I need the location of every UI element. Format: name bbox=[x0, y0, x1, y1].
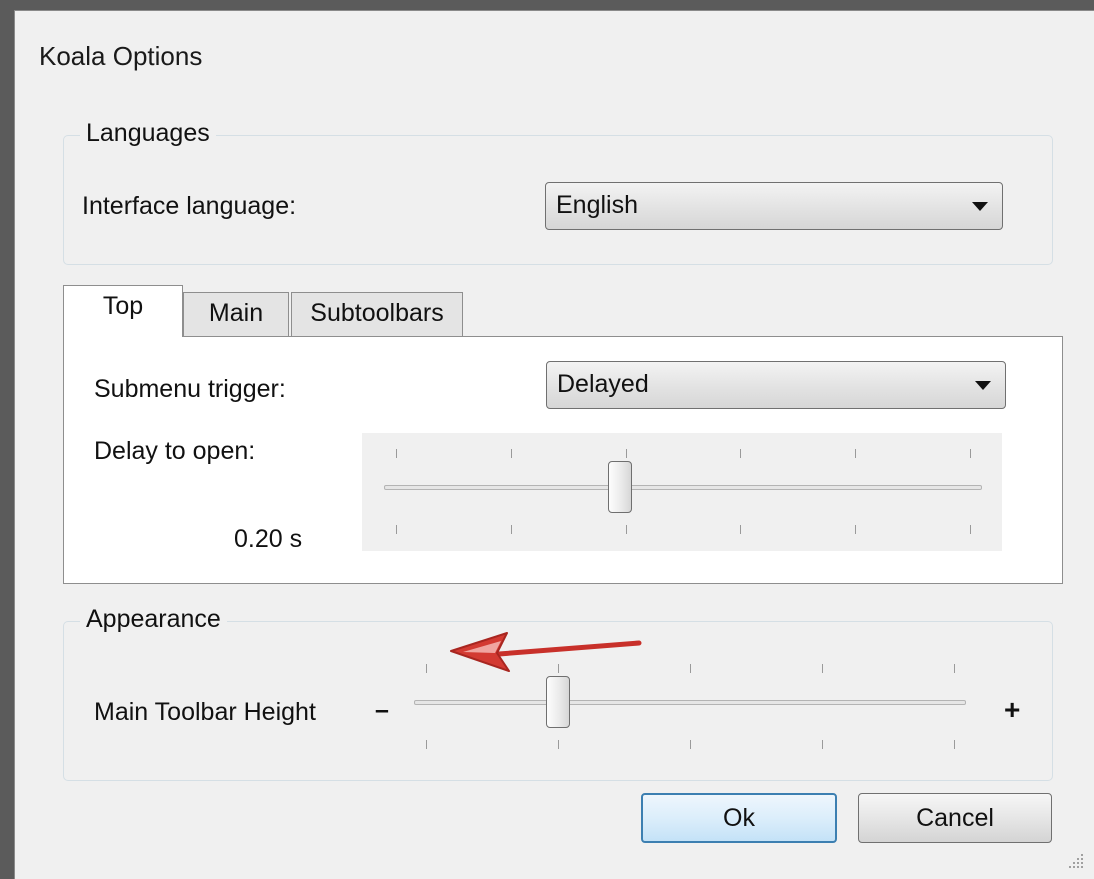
toolbar-height-slider-track bbox=[414, 700, 966, 705]
delay-slider-tick bbox=[740, 525, 742, 534]
toolbar-height-slider-tick bbox=[954, 740, 955, 749]
delay-slider-thumb[interactable] bbox=[607, 461, 632, 513]
delay-slider-tick bbox=[855, 525, 857, 534]
tab-subtoolbars-label: Subtoolbars bbox=[310, 299, 444, 327]
toolbar-height-slider-tick bbox=[822, 740, 823, 749]
interface-language-dropdown[interactable]: English bbox=[545, 182, 1003, 230]
toolbar-height-slider-tick bbox=[822, 664, 823, 673]
delay-slider-tick bbox=[625, 525, 627, 534]
languages-legend: Languages bbox=[80, 118, 216, 148]
delay-slider-tick bbox=[740, 449, 742, 458]
toolbar-height-slider-tick bbox=[426, 740, 427, 749]
annotation-arrow-icon bbox=[450, 632, 642, 672]
cancel-button[interactable]: Cancel bbox=[858, 793, 1052, 843]
tab-subtoolbars[interactable]: Subtoolbars bbox=[291, 292, 463, 336]
options-dialog: Koala Options Languages Interface langua… bbox=[14, 10, 1094, 879]
submenu-trigger-value: Delayed bbox=[557, 370, 649, 398]
dropdown-arrow-icon bbox=[975, 381, 991, 390]
languages-group: Languages Interface language: English bbox=[63, 118, 1053, 265]
toolbar-height-slider-tick bbox=[426, 664, 427, 673]
submenu-trigger-label: Submenu trigger: bbox=[94, 375, 286, 403]
toolbar-height-slider-tick bbox=[690, 740, 691, 749]
delay-slider-track bbox=[384, 485, 982, 490]
toolbar-height-slider-tick bbox=[954, 664, 955, 673]
ok-button[interactable]: Ok bbox=[641, 793, 837, 843]
delay-slider-tick bbox=[510, 525, 512, 534]
toolbar-height-plus: + bbox=[1004, 694, 1021, 725]
interface-language-value: English bbox=[556, 191, 638, 219]
delay-slider-tick bbox=[396, 525, 397, 534]
tab-top[interactable]: Top bbox=[63, 285, 183, 337]
tab-main[interactable]: Main bbox=[183, 292, 289, 336]
appearance-legend: Appearance bbox=[80, 604, 227, 634]
toolbar-height-slider-tick bbox=[558, 740, 559, 749]
toolbar-height-label: Main Toolbar Height bbox=[94, 698, 316, 726]
tab-main-label: Main bbox=[208, 299, 264, 327]
delay-slider-tick bbox=[510, 449, 512, 458]
toolbar-height-slider-tick bbox=[690, 664, 691, 673]
delay-slider-tick bbox=[396, 449, 397, 458]
title-bar[interactable]: Koala Options bbox=[15, 11, 1094, 99]
delay-value-readout: 0.20 s bbox=[234, 525, 303, 553]
toolbar-height-slider-thumb[interactable] bbox=[546, 676, 570, 728]
submenu-trigger-dropdown[interactable]: Delayed bbox=[546, 361, 1006, 409]
resize-grip-icon[interactable] bbox=[1066, 851, 1086, 871]
delay-slider-tick bbox=[970, 525, 971, 534]
dialog-client-area: Languages Interface language: English To… bbox=[15, 99, 1094, 879]
delay-to-open-label: Delay to open: bbox=[94, 437, 256, 465]
delay-slider[interactable] bbox=[362, 433, 1002, 551]
toolbar-height-minus: – bbox=[375, 696, 389, 724]
dropdown-arrow-icon bbox=[972, 202, 988, 211]
delay-slider-tick bbox=[855, 449, 857, 458]
delay-slider-tick bbox=[970, 449, 971, 458]
tab-panel-top: Submenu trigger: Delayed Delay to open: … bbox=[63, 336, 1063, 584]
delay-slider-tick bbox=[625, 449, 627, 458]
tab-top-label: Top bbox=[102, 292, 144, 320]
window-title: Koala Options bbox=[39, 41, 203, 71]
interface-language-label: Interface language: bbox=[82, 192, 297, 220]
